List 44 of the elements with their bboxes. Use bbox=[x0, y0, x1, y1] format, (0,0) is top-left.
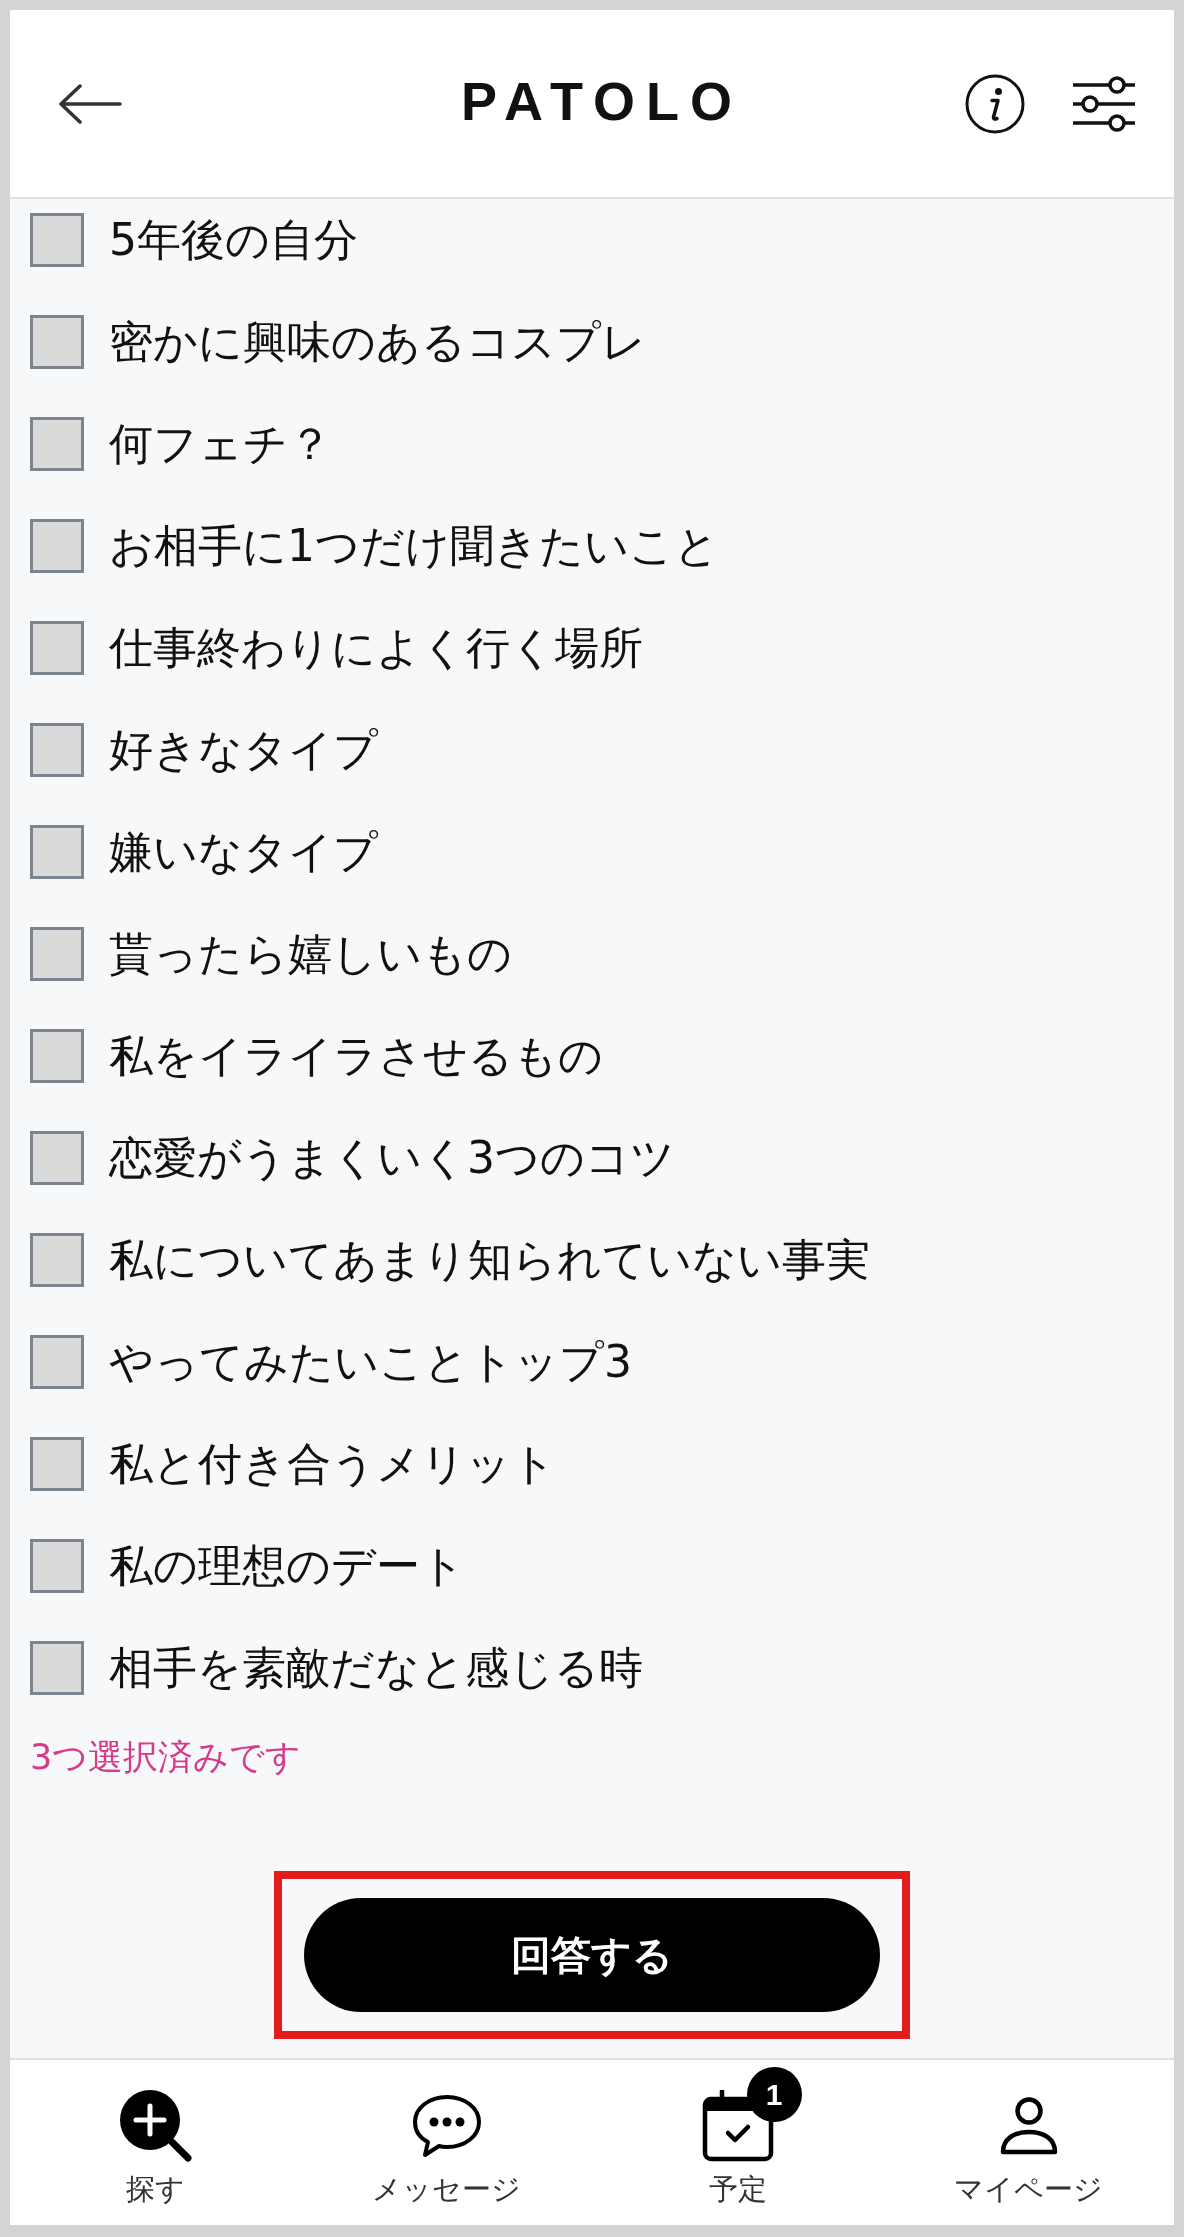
option-label: やってみたいことトップ3 bbox=[109, 1335, 632, 1389]
checkbox[interactable] bbox=[30, 1335, 84, 1389]
option-label: 仕事終わりによく行く場所 bbox=[109, 621, 643, 675]
person-icon bbox=[999, 2097, 1058, 2155]
checkbox[interactable] bbox=[30, 1437, 84, 1491]
notification-badge: 1 bbox=[746, 2067, 802, 2122]
nav-tab[interactable]: 探す bbox=[10, 2060, 301, 2225]
option-label: 恋愛がうまくいく3つのコツ bbox=[109, 1131, 675, 1185]
selection-count-text: 3つ選択済みです bbox=[30, 1736, 302, 1779]
option-label: 嫌いなタイプ bbox=[109, 825, 378, 879]
option-label: 好きなタイプ bbox=[109, 723, 378, 777]
nav-tab[interactable]: メッセージ bbox=[301, 2060, 592, 2225]
checkbox[interactable] bbox=[30, 723, 84, 777]
nav-tab[interactable]: 1 予定 bbox=[592, 2060, 883, 2225]
option-label: 相手を素敵だなと感じる時 bbox=[109, 1641, 643, 1695]
checkbox[interactable] bbox=[30, 417, 84, 471]
option-label: 5年後の自分 bbox=[109, 213, 358, 267]
checkbox[interactable] bbox=[30, 213, 84, 267]
option-label: 何フェチ？ bbox=[109, 417, 332, 471]
checkbox[interactable] bbox=[30, 927, 84, 981]
option-label: 私と付き合うメリット bbox=[109, 1437, 556, 1491]
option-label: 私の理想のデート bbox=[109, 1539, 465, 1593]
option-label: お相手に1つだけ聞きたいこと bbox=[109, 519, 719, 573]
checkbox[interactable] bbox=[30, 315, 84, 369]
checkbox[interactable] bbox=[30, 1029, 84, 1083]
filter-sliders-icon[interactable] bbox=[1073, 75, 1135, 132]
option-label: 貰ったら嬉しいもの bbox=[109, 927, 512, 981]
checkbox[interactable] bbox=[30, 1641, 84, 1695]
option-label: 私についてあまり知られていない事実 bbox=[109, 1233, 870, 1287]
info-icon[interactable] bbox=[965, 73, 1025, 134]
search-plus-icon bbox=[119, 2090, 192, 2162]
checkbox[interactable] bbox=[30, 1131, 84, 1185]
chat-bubble-icon bbox=[411, 2094, 482, 2158]
checkbox[interactable] bbox=[30, 1539, 84, 1593]
checkbox[interactable] bbox=[30, 519, 84, 573]
checkbox[interactable] bbox=[30, 1233, 84, 1287]
checkbox[interactable] bbox=[30, 825, 84, 879]
nav-tab[interactable]: マイページ bbox=[883, 2060, 1174, 2225]
checkbox[interactable] bbox=[30, 621, 84, 675]
option-label: 密かに興味のあるコスプレ bbox=[109, 315, 646, 369]
back-arrow-icon[interactable] bbox=[58, 83, 122, 124]
answer-button[interactable]: 回答する bbox=[304, 1898, 880, 2012]
option-label: 私をイライラさせるもの bbox=[109, 1029, 603, 1083]
app-logo: PATOLO bbox=[460, 73, 743, 128]
